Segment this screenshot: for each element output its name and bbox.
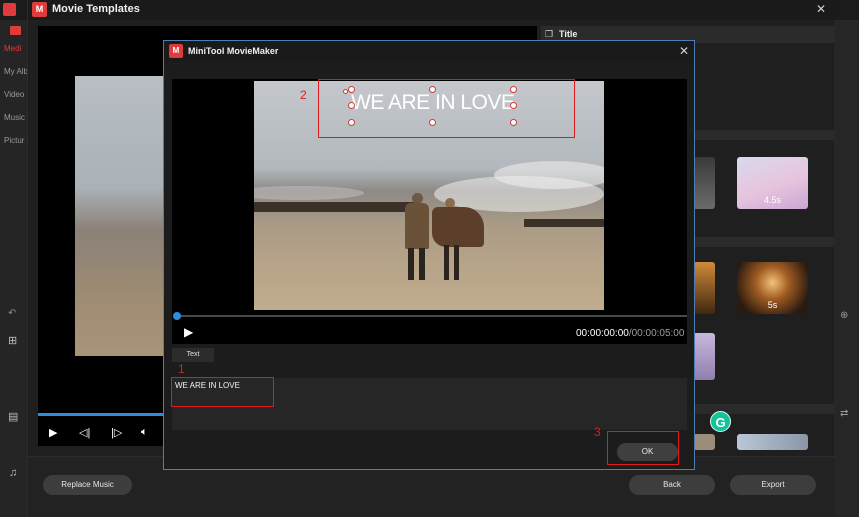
fence-shape [524,219,604,227]
nav-video[interactable]: Video [4,90,24,99]
couple-figure [392,193,492,293]
annotation-box [171,377,274,407]
dialog-title: MiniTool MovieMaker [188,46,279,56]
minitool-logo-icon: M [169,44,183,58]
annotation-box [607,431,679,465]
previous-frame-icon[interactable]: ◁| [79,426,90,439]
swap-icon[interactable]: ⇄ [840,408,848,419]
template-thumbnail[interactable] [693,157,715,209]
movie-templates-titlebar: M Movie Templates ✕ [28,0,835,20]
grammarly-icon[interactable]: G [710,411,731,432]
volume-icon[interactable]: 🔈︎ [141,426,148,439]
person-body [432,207,484,247]
template-thumbnail[interactable] [693,333,715,380]
wave-shape [494,161,604,189]
dialog-titlebar: M MiniTool MovieMaker ✕ [164,41,694,62]
annotation-box [318,79,575,138]
scrubber-handle[interactable] [173,312,181,320]
nav-media[interactable]: Medi [4,44,21,53]
nav-pictures[interactable]: Pictur [4,136,24,145]
copy-icon: ❐ [545,29,554,39]
template-thumbnail[interactable] [737,434,808,450]
annotation-number: 2 [300,88,307,102]
fence-shape [254,202,414,212]
template-thumbnail[interactable] [693,262,715,314]
app-logo-icon [3,3,16,16]
export-button[interactable]: Export [730,475,816,495]
annotation-number: 3 [594,425,601,439]
play-icon[interactable]: ▶ [49,426,57,439]
close-icon[interactable]: ✕ [679,44,689,58]
person-leg [408,248,414,280]
title-panel-title: Title [559,29,578,39]
play-icon[interactable]: ▶ [184,325,193,339]
template-thumbnail[interactable]: 4.5s [737,157,808,209]
app-left-nav: Medi My Alb Video Music Pictur ↶ ⊞ ▤ ♫ [0,20,30,517]
tab-text[interactable]: Text [172,348,214,362]
playback-time: 00:00:00:00/00:00:05:00 [576,328,684,339]
time-current: 00:00:00:00 [576,328,629,339]
video-track-icon: ▤ [8,411,19,423]
timeline-scrubber[interactable] [176,315,687,317]
wave-shape [254,186,364,200]
nav-my-album[interactable]: My Alb [4,67,28,76]
music-track-icon: ♫ [9,467,18,479]
add-track-icon[interactable]: ⊞ [8,334,17,347]
thumbnail-duration: 4.5s [763,195,781,205]
time-total: /00:00:05:00 [628,328,685,339]
person-body [405,203,429,249]
movie-templates-title: Movie Templates [52,3,140,15]
template-thumbnail[interactable]: 5s [737,262,808,314]
annotation-number: 1 [178,362,185,376]
person-leg [454,245,459,280]
undo-icon[interactable]: ↶ [8,308,16,319]
template-thumbnail[interactable] [693,434,715,450]
replace-music-button[interactable]: Replace Music [43,475,132,495]
nav-music[interactable]: Music [4,113,25,122]
media-folder-icon[interactable] [10,26,21,35]
close-icon[interactable]: ✕ [816,2,826,16]
thumbnail-duration: 5s [767,300,778,310]
template-progress-fill[interactable] [38,413,165,416]
person-leg [444,245,449,280]
minitool-logo-icon: M [32,2,47,17]
next-frame-icon[interactable]: |▷ [111,426,122,439]
zoom-icon[interactable]: ⊕ [840,310,848,321]
person-leg [419,248,425,280]
back-button[interactable]: Back [629,475,715,495]
